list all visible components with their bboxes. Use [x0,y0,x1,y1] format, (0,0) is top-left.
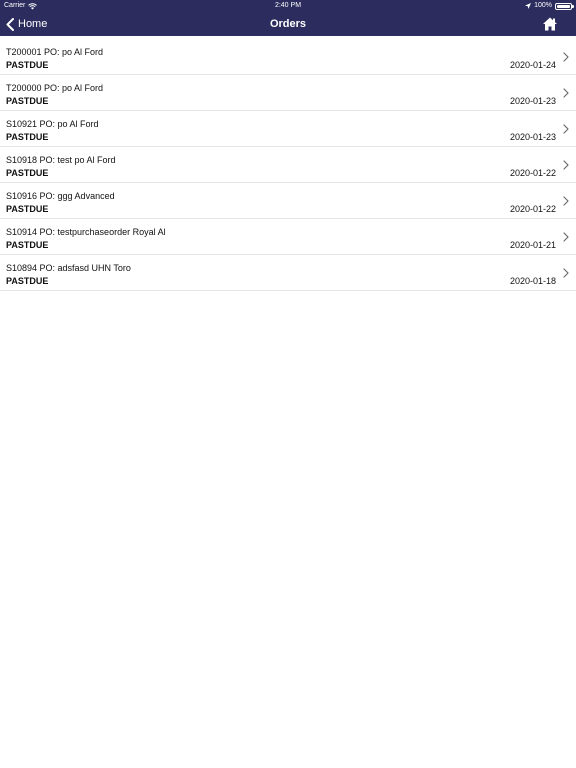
order-status: PASTDUE [6,276,49,286]
order-title: T200001 PO: po Al Ford [6,47,104,57]
chevron-right-icon [563,160,569,170]
order-title: S10921 PO: po Al Ford [6,119,99,129]
chevron-right-icon [563,88,569,98]
status-bar: Carrier 2:40 PM 100% [0,0,576,12]
order-status: PASTDUE [6,168,49,178]
order-date: 2020-01-23 [509,132,556,142]
order-date: 2020-01-22 [509,168,556,178]
order-row[interactable]: S10914 PO: testpurchaseorder Royal Al PAS… [0,219,576,255]
status-time: 2:40 PM [274,2,302,9]
order-status: PASTDUE [6,204,49,214]
order-date: 2020-01-24 [509,60,556,70]
battery-icon [555,2,574,10]
order-title: S10916 PO: ggg Advanced [6,191,115,201]
order-row[interactable]: S10918 PO: test po Al Ford PASTDUE 2020-01… [0,147,576,183]
order-title: S10914 PO: testpurchaseorder Royal Al [6,227,166,237]
home-button[interactable] [542,16,558,32]
order-status: PASTDUE [6,60,49,70]
order-row[interactable]: S10894 PO: adsfasd UHN Toro PASTDUE 2020-0… [0,255,576,291]
order-date: 2020-01-18 [509,276,556,286]
order-title: S10918 PO: test po Al Ford [6,155,116,165]
order-date: 2020-01-21 [509,240,556,250]
home-icon [543,17,557,31]
location-arrow-icon [525,3,532,9]
chevron-right-icon [563,52,569,62]
status-right: 100% [525,0,574,12]
order-status: PASTDUE [6,96,49,106]
order-title: S10894 PO: adsfasd UHN Toro [6,263,131,273]
order-status: PASTDUE [6,132,49,142]
order-row[interactable]: S10916 PO: ggg Advanced PASTDUE 2020-01-22 [0,183,576,219]
order-date: 2020-01-23 [509,96,556,106]
orders-list: T200001 PO: po Al Ford PASTDUE 2020-01-24 T… [0,39,576,291]
chevron-right-icon [563,268,569,278]
battery-percent: 100% [534,2,552,9]
order-date: 2020-01-22 [509,204,556,214]
top-bar: Carrier 2:40 PM 100% Home Orders [0,0,576,36]
order-status: PASTDUE [6,240,49,250]
navigation-bar: Home Orders [0,12,576,36]
order-row[interactable]: S10921 PO: po Al Ford PASTDUE 2020-01-23 [0,111,576,147]
order-row[interactable]: T200000 PO: po Al Ford PASTDUE 2020-01-23 [0,75,576,111]
battery-fill [557,4,570,8]
chevron-right-icon [563,196,569,206]
page-title: Orders [269,18,307,30]
order-title: T200000 PO: po Al Ford [6,83,104,93]
chevron-right-icon [563,232,569,242]
order-row[interactable]: T200001 PO: po Al Ford PASTDUE 2020-01-24 [0,39,576,75]
chevron-right-icon [563,124,569,134]
